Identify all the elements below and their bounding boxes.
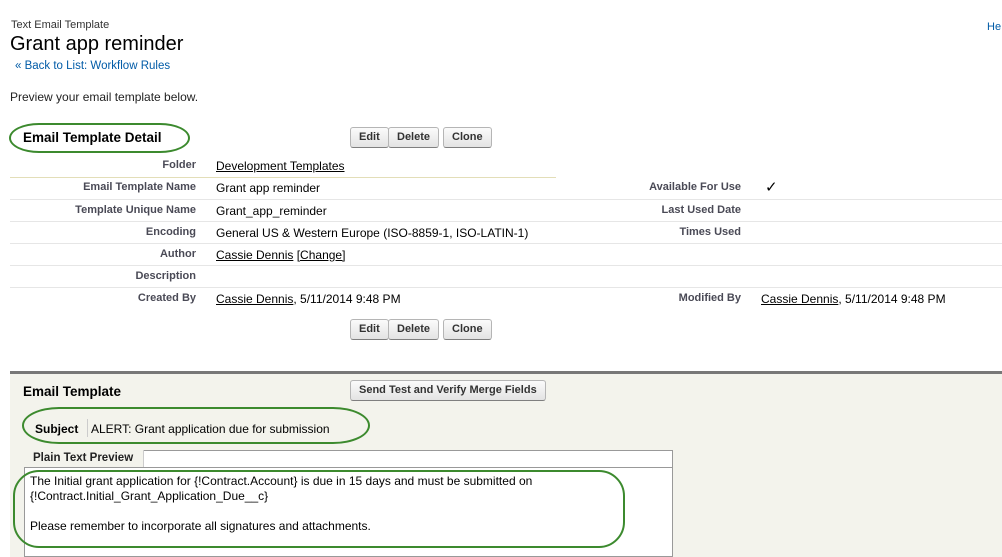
row-divider xyxy=(10,287,1002,288)
created-by-label: Created By xyxy=(137,292,196,304)
clone-button-bottom[interactable]: Clone xyxy=(443,319,492,340)
created-by-date: , 5/11/2014 9:48 PM xyxy=(293,292,401,306)
send-test-button[interactable]: Send Test and Verify Merge Fields xyxy=(350,380,546,401)
template-name-value: Grant app reminder xyxy=(216,181,321,195)
help-link[interactable]: He xyxy=(987,21,1001,33)
delete-button-bottom[interactable]: Delete xyxy=(388,319,440,340)
delete-button-top[interactable]: Delete xyxy=(388,127,440,148)
modified-by-date: , 5/11/2014 9:48 PM xyxy=(838,292,946,306)
description-label: Description xyxy=(135,270,196,282)
row-divider xyxy=(10,243,1002,244)
modified-by-value: Cassie Dennis, 5/11/2014 9:48 PM xyxy=(761,292,946,306)
unique-name-value: Grant_app_reminder xyxy=(216,204,327,218)
modified-by-label: Modified By xyxy=(678,292,741,304)
preview-body-line: Please remember to incorporate all signa… xyxy=(30,519,371,533)
edit-button-top[interactable]: Edit xyxy=(350,127,389,148)
template-name-label: Email Template Name xyxy=(83,181,196,193)
row-divider xyxy=(10,265,1002,266)
encoding-label: Encoding xyxy=(145,226,196,238)
preview-body-line: The Initial grant application for {!Cont… xyxy=(30,474,533,488)
email-template-detail-title: Email Template Detail xyxy=(23,130,162,145)
encoding-value: General US & Western Europe (ISO-8859-1,… xyxy=(216,226,529,240)
template-type-label: Text Email Template xyxy=(11,19,110,31)
row-divider xyxy=(10,177,556,178)
folder-label: Folder xyxy=(162,159,196,171)
subject-value: ALERT: Grant application due for submiss… xyxy=(91,422,330,436)
plain-text-preview-tab[interactable]: Plain Text Preview xyxy=(24,450,144,467)
subject-label: Subject xyxy=(35,422,79,436)
available-label: Available For Use xyxy=(649,181,741,193)
page-title: Grant app reminder xyxy=(10,33,184,55)
created-by-user-link[interactable]: Cassie Dennis xyxy=(216,292,293,306)
clone-button-top[interactable]: Clone xyxy=(443,127,492,148)
preview-message: Preview your email template below. xyxy=(10,90,199,104)
preview-body-spacer xyxy=(30,504,532,519)
author-change-link[interactable]: [Change] xyxy=(297,248,346,262)
email-template-title: Email Template xyxy=(23,384,122,399)
times-used-label: Times Used xyxy=(679,226,741,238)
preview-tab-divider xyxy=(24,467,673,468)
last-used-label: Last Used Date xyxy=(661,204,741,216)
row-divider xyxy=(10,221,1002,222)
modified-by-user-link[interactable]: Cassie Dennis xyxy=(761,292,838,306)
back-to-list-link[interactable]: « Back to List: Workflow Rules xyxy=(15,60,170,72)
created-by-value: Cassie Dennis, 5/11/2014 9:48 PM xyxy=(216,292,401,306)
edit-button-bottom[interactable]: Edit xyxy=(350,319,389,340)
author-value: Cassie Dennis [Change] xyxy=(216,248,345,262)
preview-body: The Initial grant application for {!Cont… xyxy=(30,474,532,534)
preview-body-line: {!Contract.Initial_Grant_Application_Due… xyxy=(30,489,269,503)
unique-name-label: Template Unique Name xyxy=(75,204,196,216)
available-check-icon: ✓ xyxy=(765,179,778,196)
author-link[interactable]: Cassie Dennis xyxy=(216,248,293,262)
subject-divider xyxy=(87,419,88,437)
folder-link[interactable]: Development Templates xyxy=(216,159,345,173)
row-divider xyxy=(10,199,1002,200)
author-label: Author xyxy=(159,248,196,260)
